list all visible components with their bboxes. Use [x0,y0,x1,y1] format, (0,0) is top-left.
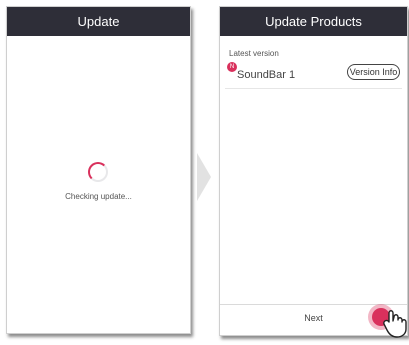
loading-spinner [88,162,108,182]
arrow-right-icon [197,153,211,201]
title-bar: Update Products [220,7,407,36]
section-label: Latest version [229,49,279,58]
new-badge: N [227,62,237,72]
device-name: SoundBar 1 [237,69,296,81]
divider [225,88,402,89]
update-products-screen: Update Products Latest version N SoundBa… [219,6,408,338]
hand-pointer-icon [383,310,407,338]
title-bar: Update [7,7,190,36]
footer-divider [220,304,407,305]
version-info-button[interactable]: Version Info [347,64,400,80]
status-text: Checking update... [65,192,132,201]
update-screen: Update Checking update... [6,6,191,334]
